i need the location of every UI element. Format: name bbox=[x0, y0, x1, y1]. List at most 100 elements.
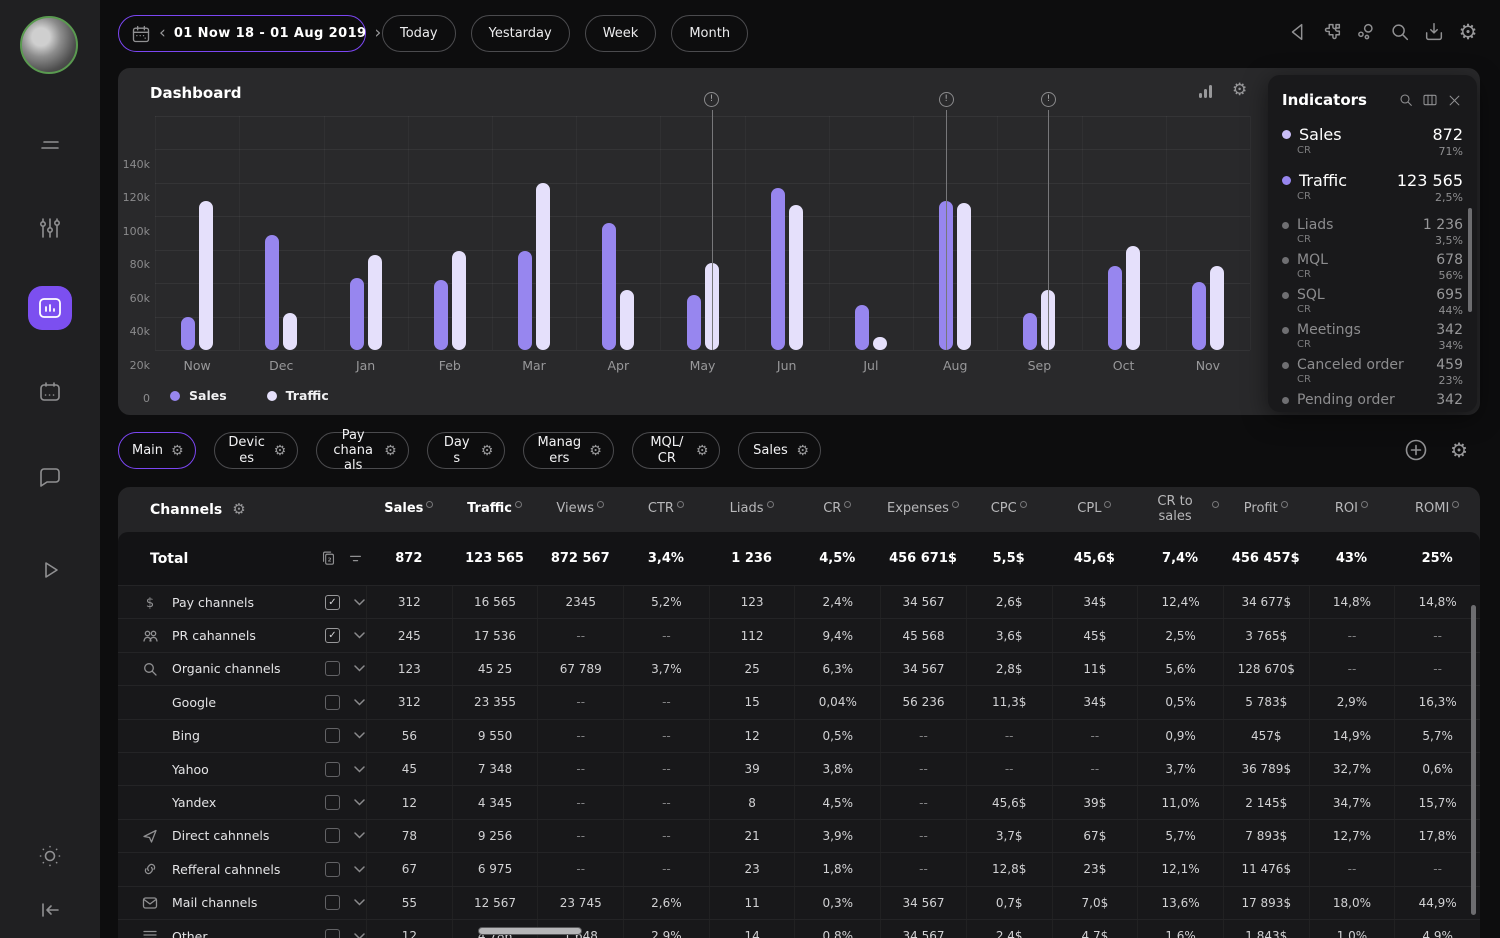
date-range-picker[interactable]: ‹ 01 Now 18 - 01 Aug 2019 › bbox=[118, 15, 366, 52]
filters-icon[interactable] bbox=[36, 214, 64, 242]
back-icon[interactable] bbox=[1286, 20, 1310, 44]
indicators-scrollbar[interactable] bbox=[1468, 208, 1472, 312]
column-header-liads[interactable]: Liads bbox=[709, 502, 795, 517]
column-header-expenses[interactable]: Expenses bbox=[880, 502, 966, 517]
settings-icon[interactable]: ⚙ bbox=[1456, 20, 1480, 44]
row-checkbox[interactable]: ✓ bbox=[325, 628, 340, 643]
table-settings-icon[interactable]: ⚙ bbox=[1450, 440, 1468, 460]
row-checkbox[interactable] bbox=[325, 762, 340, 777]
column-header-sales[interactable]: Sales bbox=[366, 502, 452, 517]
chevron-down-icon[interactable] bbox=[354, 933, 365, 938]
tab-settings-icon[interactable]: ⚙ bbox=[589, 444, 602, 458]
traffic-bar-aug[interactable] bbox=[957, 203, 971, 350]
table-horizontal-scrollbar[interactable] bbox=[478, 927, 582, 935]
row-checkbox[interactable] bbox=[325, 828, 340, 843]
filter-tab-days[interactable]: Days⚙ bbox=[427, 432, 506, 469]
indicator-canceled-order[interactable]: Canceled order459CR23% bbox=[1282, 357, 1463, 387]
chevron-down-icon[interactable] bbox=[354, 866, 365, 873]
traffic-bar-dec[interactable] bbox=[283, 313, 297, 350]
layers-2-icon[interactable]: 2 bbox=[320, 550, 337, 567]
tab-settings-icon[interactable]: ⚙ bbox=[171, 444, 184, 458]
prev-range-icon[interactable]: ‹ bbox=[159, 25, 166, 42]
chart-settings-icon[interactable]: ⚙ bbox=[1232, 82, 1247, 99]
filter-tab-mql-cr[interactable]: MQL/CR⚙ bbox=[632, 432, 721, 469]
traffic-bar-mar[interactable] bbox=[536, 183, 550, 350]
alert-marker-may[interactable]: ! bbox=[704, 92, 719, 107]
indicator-traffic[interactable]: Traffic123 565CR2,5% bbox=[1282, 171, 1463, 204]
filter-tab-main[interactable]: Main⚙ bbox=[118, 432, 196, 469]
filter-icon[interactable] bbox=[347, 550, 364, 567]
sales-bar-oct[interactable] bbox=[1108, 266, 1122, 350]
today-button[interactable]: Today bbox=[382, 15, 456, 52]
chevron-down-icon[interactable] bbox=[354, 899, 365, 906]
column-header-ctr[interactable]: CTR bbox=[623, 502, 709, 517]
column-header-profit[interactable]: Profit bbox=[1223, 502, 1309, 517]
indicator-sql[interactable]: SQL695CR44% bbox=[1282, 287, 1463, 317]
column-header-cr[interactable]: CR bbox=[794, 502, 880, 517]
next-range-icon[interactable]: › bbox=[374, 25, 381, 42]
table-vertical-scrollbar[interactable] bbox=[1471, 605, 1476, 915]
sales-bar-jan[interactable] bbox=[350, 278, 364, 350]
chevron-down-icon[interactable] bbox=[354, 632, 365, 639]
indicator-mql[interactable]: MQL678CR56% bbox=[1282, 252, 1463, 282]
chevron-down-icon[interactable] bbox=[354, 832, 365, 839]
extensions-icon[interactable] bbox=[1320, 20, 1344, 44]
alert-marker-aug[interactable]: ! bbox=[939, 92, 954, 107]
tab-settings-icon[interactable]: ⚙ bbox=[274, 444, 287, 458]
chart-type-icon[interactable] bbox=[1198, 83, 1214, 99]
sales-bar-now[interactable] bbox=[181, 317, 195, 350]
close-icon[interactable] bbox=[1445, 91, 1463, 109]
chevron-down-icon[interactable] bbox=[354, 665, 365, 672]
yestarday-button[interactable]: Yestarday bbox=[471, 15, 570, 52]
row-checkbox[interactable]: ✓ bbox=[325, 595, 340, 610]
chevron-down-icon[interactable] bbox=[354, 799, 365, 806]
search-icon[interactable] bbox=[1388, 20, 1412, 44]
week-button[interactable]: Week bbox=[585, 15, 657, 52]
column-header-views[interactable]: Views bbox=[537, 502, 623, 517]
menu-icon[interactable] bbox=[36, 131, 64, 159]
indicators-search-icon[interactable] bbox=[1397, 91, 1415, 109]
filter-tab-pay-chanaals[interactable]: Pay chanaals⚙ bbox=[316, 432, 409, 469]
column-header-cpl[interactable]: CPL bbox=[1052, 502, 1138, 517]
columns-settings-icon[interactable]: ⚙ bbox=[232, 502, 245, 517]
traffic-bar-apr[interactable] bbox=[620, 290, 634, 350]
column-header-roi[interactable]: ROI bbox=[1309, 502, 1395, 517]
chevron-down-icon[interactable] bbox=[354, 766, 365, 773]
chevron-down-icon[interactable] bbox=[354, 732, 365, 739]
sales-bar-feb[interactable] bbox=[434, 280, 448, 350]
filter-tab-managers[interactable]: Managers⚙ bbox=[523, 432, 614, 469]
add-view-icon[interactable] bbox=[1404, 438, 1428, 462]
row-checkbox[interactable] bbox=[325, 728, 340, 743]
row-checkbox[interactable] bbox=[325, 795, 340, 810]
sales-bar-mar[interactable] bbox=[518, 251, 532, 350]
filter-tab-sales[interactable]: Sales⚙ bbox=[738, 432, 821, 469]
chat-icon[interactable] bbox=[36, 463, 64, 491]
sales-bar-nov[interactable] bbox=[1192, 282, 1206, 351]
tab-settings-icon[interactable]: ⚙ bbox=[696, 444, 709, 458]
traffic-bar-jul[interactable] bbox=[873, 337, 887, 350]
traffic-bar-nov[interactable] bbox=[1210, 266, 1224, 350]
tab-settings-icon[interactable]: ⚙ bbox=[796, 444, 809, 458]
row-checkbox[interactable] bbox=[325, 695, 340, 710]
indicator-liads[interactable]: Liads1 236CR3,5% bbox=[1282, 217, 1463, 247]
legend-item-sales[interactable]: Sales bbox=[170, 388, 227, 403]
collapse-icon[interactable] bbox=[36, 896, 64, 924]
table-view-icon[interactable] bbox=[1421, 91, 1439, 109]
play-icon[interactable] bbox=[36, 556, 64, 584]
traffic-bar-now[interactable] bbox=[199, 201, 213, 350]
sales-bar-jul[interactable] bbox=[855, 305, 869, 350]
indicator-sales[interactable]: Sales872CR71% bbox=[1282, 125, 1463, 158]
tab-settings-icon[interactable]: ⚙ bbox=[481, 444, 494, 458]
chevron-down-icon[interactable] bbox=[354, 599, 365, 606]
column-header-cpc[interactable]: CPC bbox=[966, 502, 1052, 517]
analytics-nav-active[interactable] bbox=[28, 286, 72, 330]
legend-item-traffic[interactable]: Traffic bbox=[267, 388, 329, 403]
row-checkbox[interactable] bbox=[325, 895, 340, 910]
chevron-down-icon[interactable] bbox=[354, 699, 365, 706]
calendar-nav-icon[interactable] bbox=[36, 378, 64, 406]
sales-bar-jun[interactable] bbox=[771, 188, 785, 350]
traffic-bar-jun[interactable] bbox=[789, 205, 803, 350]
tab-settings-icon[interactable]: ⚙ bbox=[384, 444, 397, 458]
share-icon[interactable] bbox=[1354, 20, 1378, 44]
column-header-romi[interactable]: ROMI bbox=[1394, 502, 1480, 517]
